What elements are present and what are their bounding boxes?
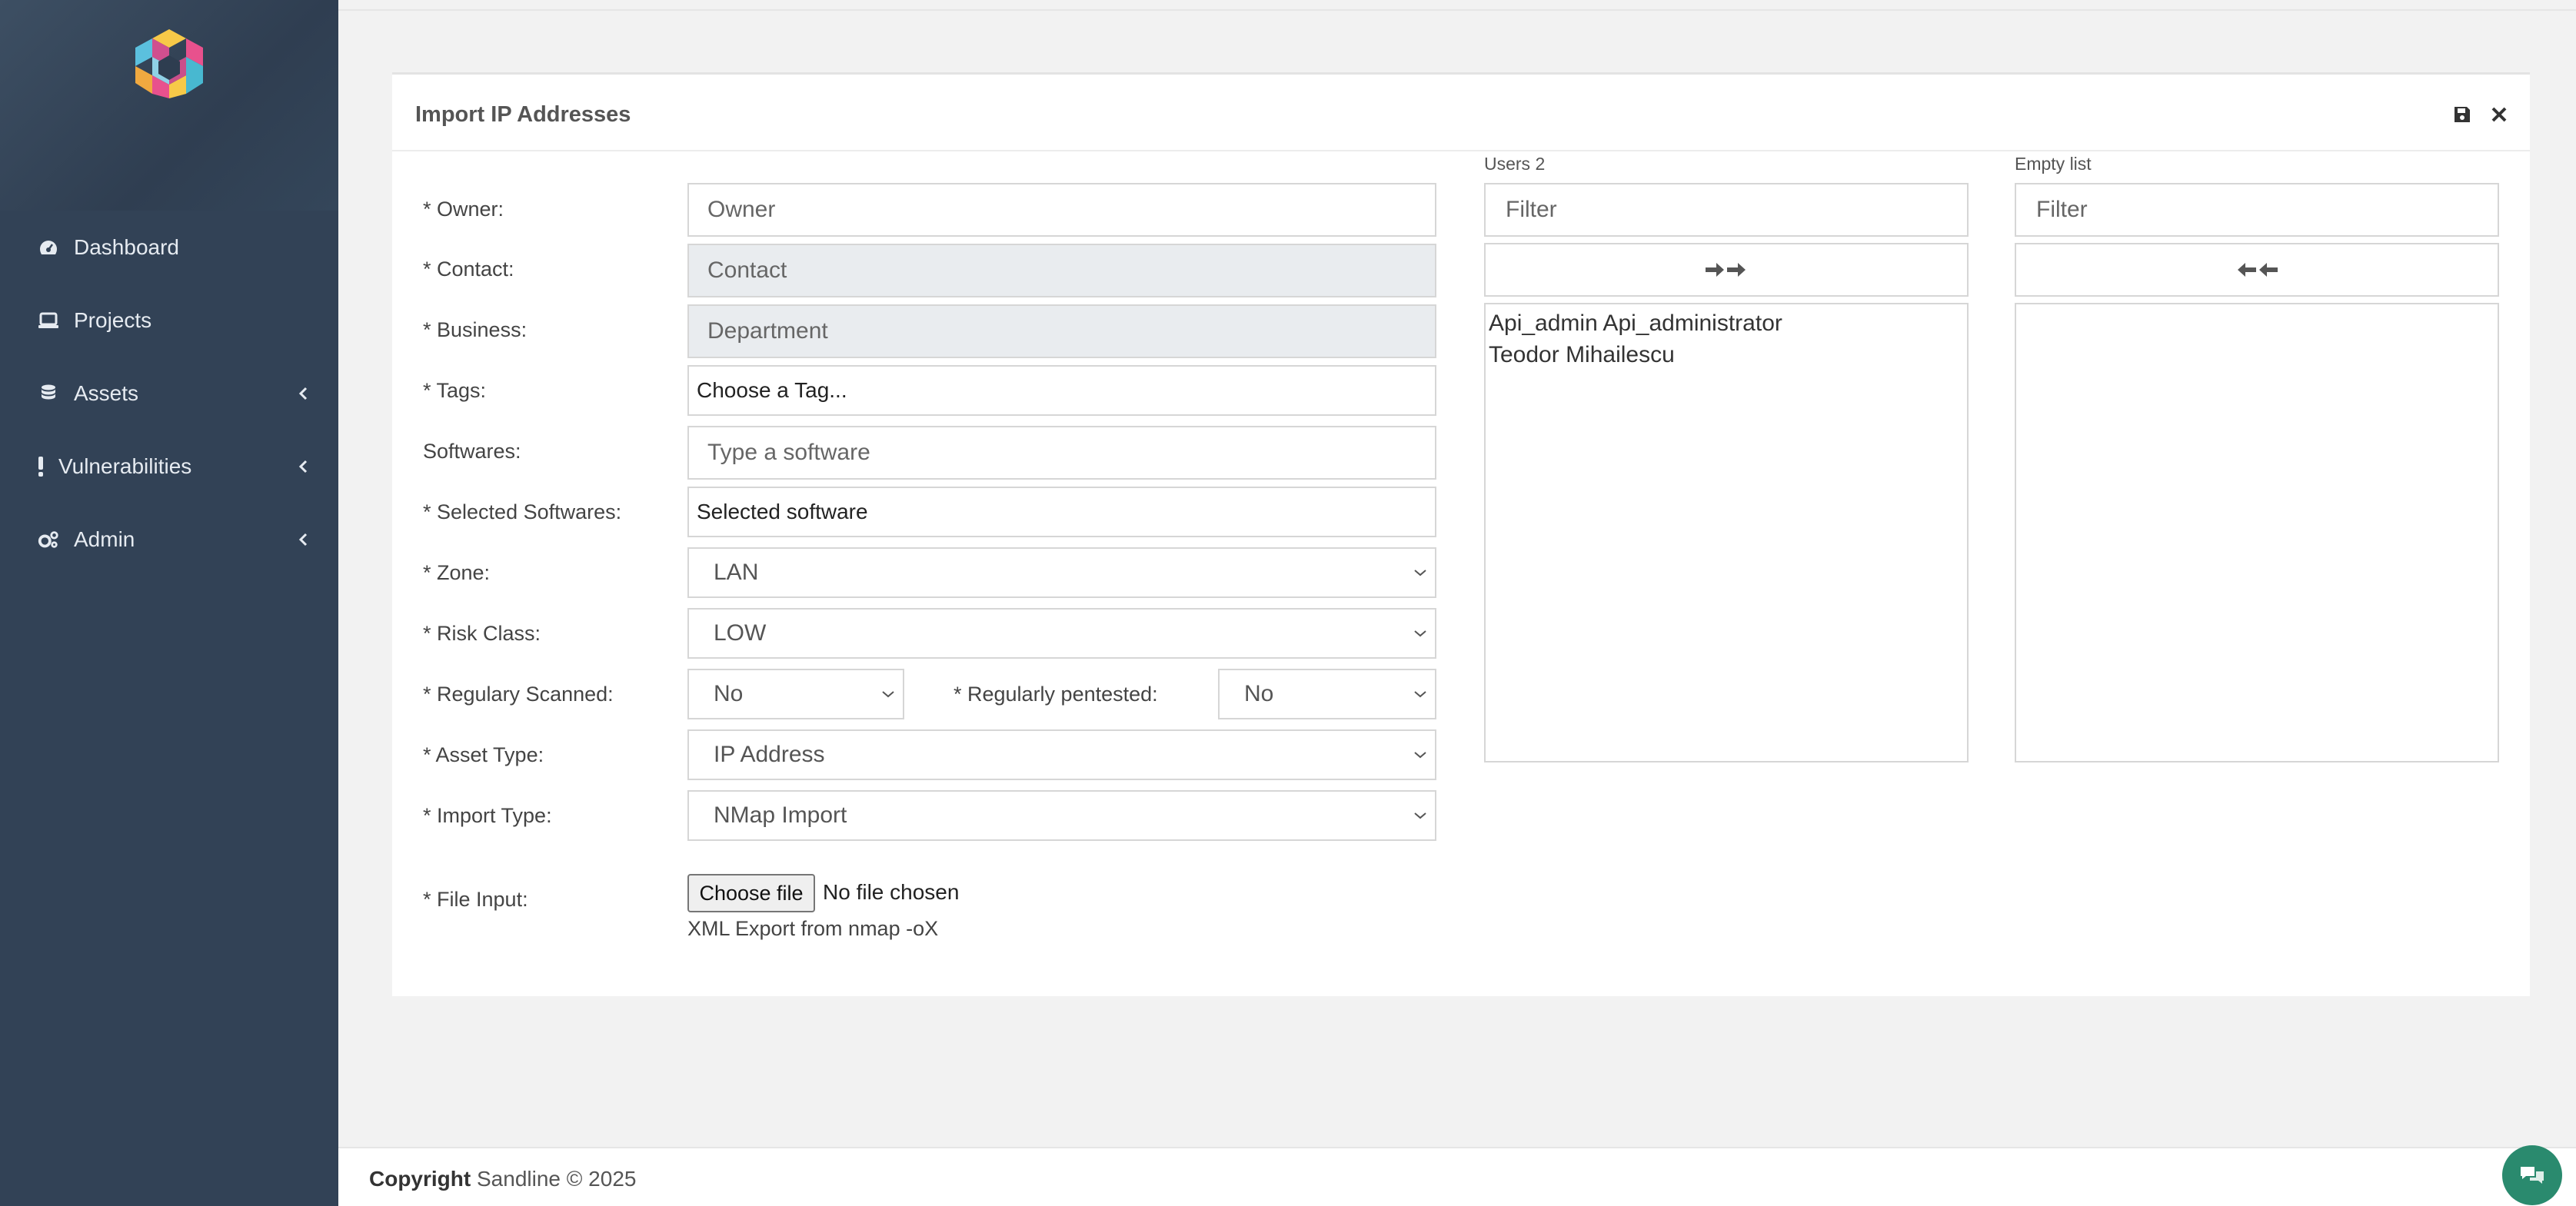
asset-type-value: IP Address [714,742,825,767]
move-all-left-button[interactable] [2015,243,2499,297]
list-item[interactable]: Teodor Mihailescu [1489,339,1964,370]
tags-select[interactable]: Choose a Tag... [687,365,1436,416]
card-header: Import IP Addresses [392,75,2530,151]
top-bar [338,0,2576,11]
chevron-down-icon [1414,630,1426,637]
import-type-select[interactable]: NMap Import [687,790,1436,841]
regularly-pentested-value: No [1244,681,1274,706]
asset-type-select[interactable]: IP Address [687,729,1436,780]
chevron-left-icon [298,460,308,473]
selected-softwares-label: * Selected Softwares: [423,500,622,523]
copyright-label: Copyright [369,1167,471,1191]
save-icon[interactable] [2453,105,2471,124]
page-title: Import IP Addresses [415,102,631,127]
business-input[interactable]: Department [687,304,1436,358]
file-help-text: XML Export from nmap -oX [687,917,939,940]
chat-icon [2521,1167,2544,1184]
users-filter-input[interactable]: Filter [1484,183,1969,237]
double-arrow-left-icon [2238,263,2278,277]
software-search-input[interactable]: Type a software [687,426,1436,480]
users-listbox[interactable]: Api_admin Api_administrator Teodor Mihai… [1484,303,1969,762]
regularly-scanned-value: No [714,681,744,706]
zone-select[interactable]: LAN [687,547,1436,598]
sidebar-item-label: Assets [74,380,139,405]
zone-value: LAN [714,560,759,585]
chevron-left-icon [298,387,308,400]
tags-label: * Tags: [423,379,487,402]
sidebar-item-assets[interactable]: Assets [0,357,338,430]
sidebar-item-label: Projects [74,307,152,332]
sidebar-item-dashboard[interactable]: Dashboard [0,211,338,284]
selected-listbox[interactable] [2015,303,2499,762]
selected-softwares-field[interactable]: Selected software [687,487,1436,537]
file-input-label: * File Input: [423,888,528,911]
owner-input[interactable]: Owner [687,183,1436,237]
zone-label: * Zone: [423,561,491,584]
move-all-right-button[interactable] [1484,243,1969,297]
database-icon [37,384,60,403]
sidebar-item-label: Vulnerabilities [58,453,192,478]
selected-list-label: Empty list [2015,154,2092,174]
regularly-scanned-select[interactable]: No [687,669,904,719]
sidebar-item-admin[interactable]: Admin [0,503,338,576]
asset-type-label: * Asset Type: [423,743,544,766]
double-arrow-right-icon [1706,263,1746,277]
chevron-down-icon [1414,812,1426,819]
exclamation-icon [37,456,45,477]
chevron-down-icon [1414,752,1426,759]
list-item[interactable]: Api_admin Api_administrator [1489,307,1964,339]
regularly-scanned-label: * Regulary Scanned: [423,683,614,706]
import-type-label: * Import Type: [423,804,552,827]
chevron-left-icon [298,533,308,546]
regularly-pentested-label: * Regularly pentested: [954,683,1158,706]
sidebar-brand [0,0,338,211]
contact-input[interactable]: Contact [687,244,1436,297]
regularly-pentested-select[interactable]: No [1218,669,1436,719]
risk-class-select[interactable]: LOW [687,608,1436,659]
sidebar-item-vulnerabilities[interactable]: Vulnerabilities [0,430,338,503]
sidebar: Dashboard Projects Assets Vulnerabilitie… [0,0,338,1206]
chevron-down-icon [1414,570,1426,576]
chevron-down-icon [882,691,894,698]
dashboard-icon [37,239,60,256]
copyright-owner: Sandline © 2025 [477,1167,637,1191]
softwares-label: Softwares: [423,440,521,463]
copyright-text: Copyright Sandline © 2025 [369,1167,636,1191]
choose-file-button[interactable]: Choose file [687,874,815,912]
sidebar-item-label: Dashboard [74,234,179,259]
risk-class-label: * Risk Class: [423,622,541,645]
sidebar-item-projects[interactable]: Projects [0,284,338,357]
contact-label: * Contact: [423,257,514,281]
file-status: No file chosen [823,880,960,904]
risk-class-value: LOW [714,620,767,646]
import-card: Import IP Addresses * Owner: Owner * Con… [392,72,2530,996]
laptop-icon [37,312,60,329]
chat-button[interactable] [2502,1145,2562,1205]
chevron-down-icon [1414,691,1426,698]
cogs-icon [37,530,60,549]
owner-label: * Owner: [423,198,504,221]
business-label: * Business: [423,318,528,341]
sidebar-item-label: Admin [74,527,135,551]
import-type-value: NMap Import [714,802,847,828]
users-list-label: Users 2 [1484,154,1546,174]
footer: Copyright Sandline © 2025 [338,1147,2576,1206]
close-icon[interactable] [2490,105,2508,124]
selected-filter-input[interactable]: Filter [2015,183,2499,237]
app-logo[interactable] [131,28,208,100]
